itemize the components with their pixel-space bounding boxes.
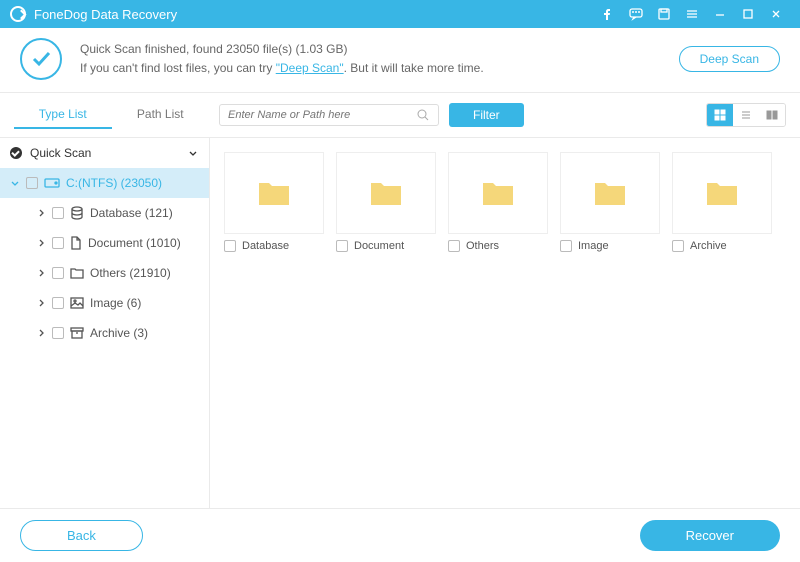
archive-icon — [70, 327, 84, 339]
status-text: file(s) — [259, 42, 295, 56]
chevron-right-icon — [36, 268, 46, 278]
chevron-right-icon — [36, 238, 46, 248]
view-detail-icon[interactable] — [759, 104, 785, 126]
folder-item[interactable]: Archive — [672, 152, 772, 252]
status-text: . But it will take more time. — [344, 61, 484, 75]
document-icon — [70, 236, 82, 250]
checkbox[interactable] — [336, 240, 348, 252]
check-circle-icon — [20, 38, 62, 80]
checkbox[interactable] — [448, 240, 460, 252]
search-icon — [416, 108, 430, 122]
folder-item[interactable]: Image — [560, 152, 660, 252]
maximize-icon[interactable] — [734, 0, 762, 28]
tree-label: C:(NTFS) (23050) — [66, 176, 162, 190]
status-text: If you can't find lost files, you can tr… — [80, 61, 276, 75]
save-icon[interactable] — [650, 0, 678, 28]
sidebar-tree: Quick Scan C:(NTFS) (23050) Database (12… — [0, 138, 210, 508]
folder-thumb — [560, 152, 660, 234]
status-text: Quick Scan finished, found — [80, 42, 226, 56]
minimize-icon[interactable] — [706, 0, 734, 28]
tree-label: Image (6) — [90, 296, 141, 310]
folder-icon — [593, 179, 627, 207]
tab-type-list[interactable]: Type List — [14, 101, 112, 129]
tab-path-list[interactable]: Path List — [112, 101, 210, 129]
checkbox[interactable] — [26, 177, 38, 189]
app-title: FoneDog Data Recovery — [34, 7, 177, 22]
deep-scan-link[interactable]: "Deep Scan" — [276, 61, 344, 75]
folder-thumb — [448, 152, 548, 234]
folder-thumb — [672, 152, 772, 234]
chevron-right-icon — [36, 328, 46, 338]
recover-button[interactable]: Recover — [640, 520, 780, 551]
drive-icon — [44, 177, 60, 189]
view-grid-icon[interactable] — [707, 104, 733, 126]
tree-drive[interactable]: C:(NTFS) (23050) — [0, 168, 209, 198]
folder-label: Others — [466, 240, 499, 252]
checkbox[interactable] — [560, 240, 572, 252]
view-list-icon[interactable] — [733, 104, 759, 126]
toolbar: Type List Path List Filter — [0, 93, 800, 138]
tree-root-quick-scan[interactable]: Quick Scan — [0, 138, 209, 168]
folder-item[interactable]: Database — [224, 152, 324, 252]
menu-icon[interactable] — [678, 0, 706, 28]
title-bar: FoneDog Data Recovery — [0, 0, 800, 28]
tree-label: Quick Scan — [30, 146, 91, 160]
tree-label: Others (21910) — [90, 266, 171, 280]
tree-label: Database (121) — [90, 206, 173, 220]
folder-icon — [481, 179, 515, 207]
tree-label: Document (1010) — [88, 236, 181, 250]
tree-item-image[interactable]: Image (6) — [0, 288, 209, 318]
checkbox[interactable] — [52, 327, 64, 339]
checkbox[interactable] — [52, 297, 64, 309]
filter-button[interactable]: Filter — [449, 103, 524, 127]
chevron-right-icon — [36, 208, 46, 218]
checkbox[interactable] — [224, 240, 236, 252]
folder-thumb — [336, 152, 436, 234]
database-icon — [70, 206, 84, 220]
folder-item[interactable]: Document — [336, 152, 436, 252]
app-logo — [10, 6, 26, 22]
folder-label: Archive — [690, 240, 727, 252]
facebook-icon[interactable] — [594, 0, 622, 28]
view-mode-buttons — [706, 103, 786, 127]
folder-icon — [70, 267, 84, 279]
search-input[interactable] — [228, 109, 416, 121]
chevron-right-icon — [36, 298, 46, 308]
main-area: Quick Scan C:(NTFS) (23050) Database (12… — [0, 138, 800, 508]
checkbox[interactable] — [52, 237, 64, 249]
folder-label: Document — [354, 240, 404, 252]
deep-scan-button[interactable]: Deep Scan — [679, 46, 780, 72]
folder-thumb — [224, 152, 324, 234]
list-tabs: Type List Path List — [14, 101, 209, 129]
back-button[interactable]: Back — [20, 520, 143, 551]
image-icon — [70, 297, 84, 309]
status-strip: Quick Scan finished, found 23050 file(s)… — [0, 28, 800, 93]
tree-label: Archive (3) — [90, 326, 148, 340]
tree-item-document[interactable]: Document (1010) — [0, 228, 209, 258]
chevron-down-icon — [10, 178, 20, 188]
folder-label: Image — [578, 240, 609, 252]
feedback-icon[interactable] — [622, 0, 650, 28]
status-size: (1.03 GB) — [295, 42, 347, 56]
folder-icon — [705, 179, 739, 207]
folder-label: Database — [242, 240, 289, 252]
status-count: 23050 — [226, 42, 259, 56]
tree-item-database[interactable]: Database (121) — [0, 198, 209, 228]
close-icon[interactable] — [762, 0, 790, 28]
checkbox[interactable] — [672, 240, 684, 252]
checkbox[interactable] — [52, 207, 64, 219]
folder-grid: Database Document Others Image Archive — [210, 138, 800, 508]
tree-item-others[interactable]: Others (21910) — [0, 258, 209, 288]
tree-item-archive[interactable]: Archive (3) — [0, 318, 209, 348]
search-field[interactable] — [219, 104, 439, 126]
check-dot-icon — [10, 147, 22, 159]
checkbox[interactable] — [52, 267, 64, 279]
folder-icon — [369, 179, 403, 207]
status-message: Quick Scan finished, found 23050 file(s)… — [80, 40, 679, 78]
footer: Back Recover — [0, 508, 800, 562]
chevron-down-icon — [187, 147, 199, 159]
folder-icon — [257, 179, 291, 207]
folder-item[interactable]: Others — [448, 152, 548, 252]
